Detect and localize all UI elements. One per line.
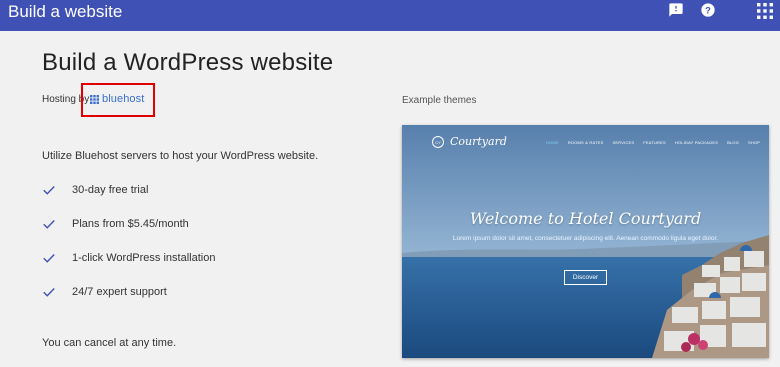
theme-nav-item: ROOMS & RATES — [567, 140, 604, 145]
svg-text:?: ? — [705, 5, 711, 15]
feature-text: 1-click WordPress installation — [72, 252, 216, 264]
theme-nav-item: HOME — [546, 140, 559, 145]
theme-nav-item: BLOG — [727, 140, 740, 145]
feature-item: Plans from $5.45/month — [42, 217, 189, 231]
top-app-bar: Build a website ? — [0, 0, 780, 31]
bluehost-grid-icon — [90, 94, 99, 104]
feature-text: Plans from $5.45/month — [72, 218, 189, 230]
bluehost-logo[interactable]: bluehost — [90, 93, 144, 105]
theme-nav-item: HOLIDAY PACKAGES — [674, 140, 719, 145]
theme-nav-item: SERVICES — [612, 140, 635, 145]
theme-preview-courtyard[interactable]: CY Courtyard HOME ROOMS & RATES SERVICES… — [402, 125, 769, 358]
app-title: Build a website — [8, 2, 123, 21]
theme-nav-item: SHOP — [748, 140, 761, 145]
apps-grid-icon[interactable] — [757, 3, 773, 19]
cancel-note: You can cancel at any time. — [42, 337, 177, 349]
help-icon[interactable]: ? — [700, 2, 716, 18]
intro-text: Utilize Bluehost servers to host your Wo… — [42, 150, 319, 162]
theme-nav: HOME ROOMS & RATES SERVICES FEATURES HOL… — [546, 140, 760, 145]
check-icon — [43, 254, 55, 263]
page-title: Build a WordPress website — [42, 49, 334, 76]
feedback-icon[interactable] — [668, 2, 684, 18]
theme-subheading: Lorem ipsum dolor sit amet, consectetuer… — [452, 235, 719, 242]
theme-nav-item: FEATURES — [643, 140, 666, 145]
check-icon — [43, 220, 55, 229]
feature-item: 24/7 expert support — [42, 285, 167, 299]
feature-text: 30-day free trial — [72, 184, 149, 196]
feature-item: 1-click WordPress installation — [42, 251, 215, 265]
check-icon — [43, 186, 55, 195]
theme-heading: Welcome to Hotel Courtyard — [469, 209, 702, 228]
feature-item: 30-day free trial — [42, 183, 148, 197]
bluehost-name: bluehost — [102, 93, 145, 105]
theme-logo: Courtyard — [450, 135, 507, 148]
check-icon — [43, 288, 55, 297]
theme-discover-button: Discover — [564, 270, 607, 285]
feature-text: 24/7 expert support — [72, 286, 167, 298]
example-themes-label: Example themes — [402, 95, 477, 106]
theme-logo-badge: CY — [432, 136, 444, 148]
